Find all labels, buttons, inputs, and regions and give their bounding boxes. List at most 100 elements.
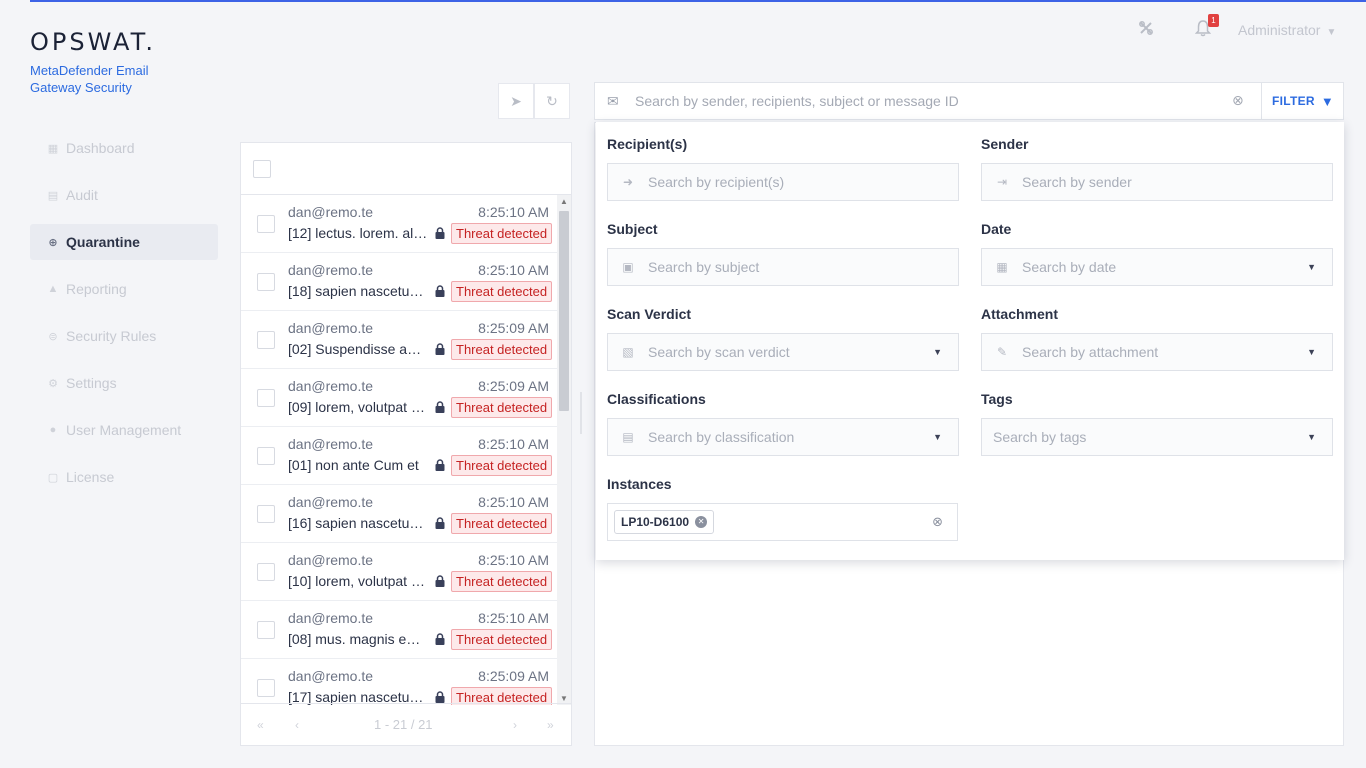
sidebar-item-dashboard[interactable]: ▦ Dashboard [30, 130, 218, 166]
email-row[interactable]: dan@remo.te 8:25:10 AM [10] lorem, volutpa… [241, 543, 557, 601]
email-row[interactable]: dan@remo.te 8:25:10 AM [12] lectus. lorem.… [241, 195, 557, 253]
sidebar-item-label: User Management [66, 422, 182, 438]
email-sender: dan@remo.te [288, 320, 374, 336]
sidebar-item-label: Security Rules [66, 328, 157, 344]
funnel-icon: ▼ [1320, 93, 1335, 109]
filter-label: Recipient(s) [607, 136, 688, 152]
email-time: 8:25:09 AM [478, 668, 549, 684]
integrations-icon[interactable] [1136, 20, 1156, 40]
refresh-button[interactable]: ↻ [534, 83, 570, 119]
sidebar-item-label: Audit [66, 187, 98, 203]
instance-chip: LP10-D6100 ✕ [614, 510, 715, 534]
row-checkbox[interactable] [257, 621, 275, 639]
release-button[interactable]: ➤ [498, 83, 534, 119]
lock-icon [435, 459, 445, 474]
dashboard-icon: ▦ [47, 142, 59, 155]
date-select[interactable]: ▦ Search by date ▼ [981, 248, 1333, 286]
filter-label: Date [981, 221, 1012, 237]
email-row[interactable]: dan@remo.te 8:25:10 AM [01] non ante Cum e… [241, 427, 557, 485]
email-sender: dan@remo.te [288, 610, 374, 626]
row-checkbox[interactable] [257, 331, 275, 349]
email-row[interactable]: dan@remo.te 8:25:10 AM [16] sapien nascetu… [241, 485, 557, 543]
scan-verdict-select[interactable]: ▧ Search by scan verdict ▼ [607, 333, 959, 371]
status-badge: Threat detected [451, 629, 553, 650]
next-page-icon[interactable]: › [513, 718, 517, 732]
prev-page-icon[interactable]: ‹ [295, 718, 299, 732]
email-row[interactable]: dan@remo.te 8:25:09 AM [17] sapien nascetu… [241, 659, 557, 705]
search-input[interactable]: Search by sender, recipients, subject or… [635, 93, 959, 109]
notification-bell-icon[interactable]: 1 [1193, 14, 1219, 40]
status-badge: Threat detected [451, 513, 553, 534]
email-row[interactable]: dan@remo.te 8:25:10 AM [08] mus. magnis en… [241, 601, 557, 659]
user-menu[interactable]: Administrator ▼ [1238, 22, 1336, 38]
sidebar-item-license[interactable]: ▢ License [30, 459, 218, 495]
sidebar-item-settings[interactable]: ⚙ Settings [30, 365, 218, 401]
filter-label: Attachment [981, 306, 1059, 322]
filter-attachment: Attachment ✎ Search by attachment ▼ [981, 306, 1333, 371]
email-time: 8:25:10 AM [478, 436, 549, 452]
row-checkbox[interactable] [257, 505, 275, 523]
filter-button[interactable]: FILTER ▼ [1261, 83, 1344, 119]
pane-splitter[interactable] [580, 392, 582, 434]
scroll-up-arrow[interactable]: ▲ [557, 197, 571, 206]
sidebar-item-reporting[interactable]: ▲ Reporting [30, 271, 218, 307]
subject-input[interactable]: ▣ Search by subject [607, 248, 959, 286]
filter-classifications: Classifications ▤ Search by classificati… [607, 391, 959, 456]
sidebar-item-quarantine[interactable]: ⊕ Quarantine [30, 224, 218, 260]
remove-chip-icon[interactable]: ✕ [695, 516, 708, 528]
email-row[interactable]: dan@remo.te 8:25:09 AM [09] lorem, volutpa… [241, 369, 557, 427]
filter-recipients: Recipient(s) ➜ Search by recipient(s) [607, 136, 959, 201]
row-checkbox[interactable] [257, 215, 275, 233]
chevron-down-icon: ▼ [933, 347, 942, 357]
search-bar: ✉ Search by sender, recipients, subject … [594, 82, 1344, 120]
clear-search-icon[interactable]: ⊗ [1232, 92, 1244, 109]
tags-select[interactable]: Search by tags ▼ [981, 418, 1333, 456]
sidebar-item-audit[interactable]: ▤ Audit [30, 177, 218, 213]
row-checkbox[interactable] [257, 679, 275, 697]
email-row[interactable]: dan@remo.te 8:25:10 AM [18] sapien nascetu… [241, 253, 557, 311]
row-checkbox[interactable] [257, 273, 275, 291]
instances-select[interactable]: LP10-D6100 ✕ ⊗ [607, 503, 958, 541]
recipients-input[interactable]: ➜ Search by recipient(s) [607, 163, 959, 201]
attachment-select[interactable]: ✎ Search by attachment ▼ [981, 333, 1333, 371]
paperclip-icon: ✎ [996, 345, 1008, 359]
classifications-select[interactable]: ▤ Search by classification ▼ [607, 418, 959, 456]
sidebar-item-security-rules[interactable]: ⊜ Security Rules [30, 318, 218, 354]
email-subject: [16] sapien nascetur ridiculus [288, 515, 428, 531]
email-sender: dan@remo.te [288, 262, 374, 278]
email-row[interactable]: dan@remo.te 8:25:09 AM [02] Suspendisse ac… [241, 311, 557, 369]
sign-in-icon: ➜ [622, 175, 634, 189]
scroll-down-arrow[interactable]: ▼ [557, 694, 571, 703]
chevron-down-icon: ▼ [1307, 432, 1316, 442]
filter-label: Instances [607, 476, 672, 492]
refresh-icon: ↻ [546, 92, 558, 109]
license-icon: ▢ [47, 471, 59, 484]
filter-panel: Recipient(s) ➜ Search by recipient(s) Se… [596, 122, 1344, 560]
chip-label: LP10-D6100 [621, 515, 690, 529]
status-badge: Threat detected [451, 281, 553, 302]
clear-selection-icon[interactable]: ⊗ [932, 514, 943, 530]
first-page-icon[interactable]: « [257, 718, 264, 732]
row-checkbox[interactable] [257, 389, 275, 407]
sidebar-item-label: Dashboard [66, 140, 135, 156]
inbox-icon: ▣ [622, 260, 634, 274]
sender-input[interactable]: ⇥ Search by sender [981, 163, 1333, 201]
last-page-icon[interactable]: » [547, 718, 554, 732]
lock-icon [435, 343, 445, 358]
row-checkbox[interactable] [257, 447, 275, 465]
send-icon: ➤ [510, 92, 522, 109]
email-time: 8:25:09 AM [478, 320, 549, 336]
sidebar-item-user-management[interactable]: ● User Management [30, 412, 218, 448]
placeholder: Search by recipient(s) [648, 174, 785, 190]
scrollbar[interactable]: ▲ ▼ [557, 195, 571, 705]
file-search-icon: ▧ [622, 345, 634, 359]
row-checkbox[interactable] [257, 563, 275, 581]
classification-icon: ▤ [622, 430, 634, 444]
filter-scan-verdict: Scan Verdict ▧ Search by scan verdict ▼ [607, 306, 959, 371]
status-badge: Threat detected [451, 571, 553, 592]
placeholder: Search by sender [1022, 174, 1132, 190]
select-all-checkbox[interactable] [253, 160, 271, 178]
lock-icon [435, 401, 445, 416]
audit-icon: ▤ [47, 189, 59, 202]
scrollbar-thumb[interactable] [559, 211, 569, 411]
